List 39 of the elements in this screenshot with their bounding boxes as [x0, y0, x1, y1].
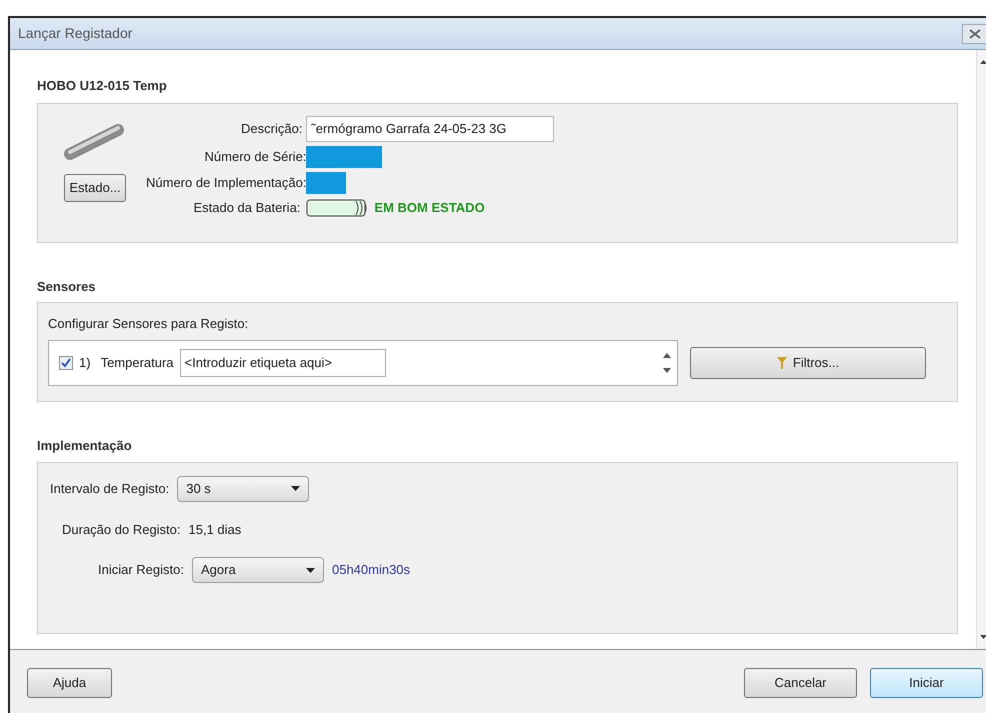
redaction-block	[306, 172, 346, 194]
field-label: Duração do Registo:	[62, 520, 181, 539]
field-label: Estado da Bateria:	[192, 198, 302, 217]
logger-icon	[64, 124, 126, 162]
field-label: Descrição:	[240, 120, 304, 138]
status-button[interactable]: Estado...	[64, 174, 126, 202]
description-field[interactable]: ˜ermógramo Garrafa 24-05-23 3G	[306, 116, 554, 142]
scroll-down-icon[interactable]	[980, 635, 986, 639]
filters-button[interactable]: Filtros...	[690, 346, 926, 378]
field-label: Número de Implementação:	[146, 174, 306, 192]
close-icon	[969, 28, 981, 38]
duration-value: 15,1 dias	[188, 520, 242, 538]
window-title: Lançar Registador	[18, 24, 132, 43]
sensor-checkbox[interactable]	[59, 356, 73, 370]
scroll-up-icon[interactable]	[980, 60, 986, 64]
section-heading: Sensores	[37, 278, 97, 296]
panel-caption: Configurar Sensores para Registo:	[48, 315, 250, 333]
start-button[interactable]: Iniciar	[870, 668, 983, 698]
start-dropdown[interactable]: Agora	[192, 557, 324, 583]
section-heading: Implementação	[37, 437, 133, 455]
scroll-arrows-icon[interactable]	[663, 352, 671, 374]
field-label: Iniciar Registo:	[98, 561, 184, 580]
help-button[interactable]: Ajuda	[27, 668, 112, 698]
close-button[interactable]	[962, 24, 986, 44]
field-label: Número de Série:	[204, 148, 306, 166]
funnel-icon	[776, 356, 787, 368]
start-time: 05h40min30s	[332, 561, 410, 580]
scrollbar[interactable]	[976, 50, 986, 649]
sensor-index: 1)	[79, 354, 91, 372]
interval-dropdown[interactable]: 30 s	[177, 476, 310, 502]
section-heading: HOBO U12-015 Temp	[37, 77, 168, 95]
caret-icon	[306, 568, 315, 572]
sensor-label-field[interactable]: <Introduzir etiqueta aqui>	[180, 348, 386, 376]
caret-icon	[291, 486, 300, 491]
check-icon	[61, 358, 71, 368]
cancel-button[interactable]: Cancelar	[744, 668, 857, 698]
sensor-name: Temperatura	[100, 354, 174, 372]
battery-status: EM BOM ESTADO	[374, 198, 485, 217]
field-label: Intervalo de Registo:	[50, 480, 170, 498]
